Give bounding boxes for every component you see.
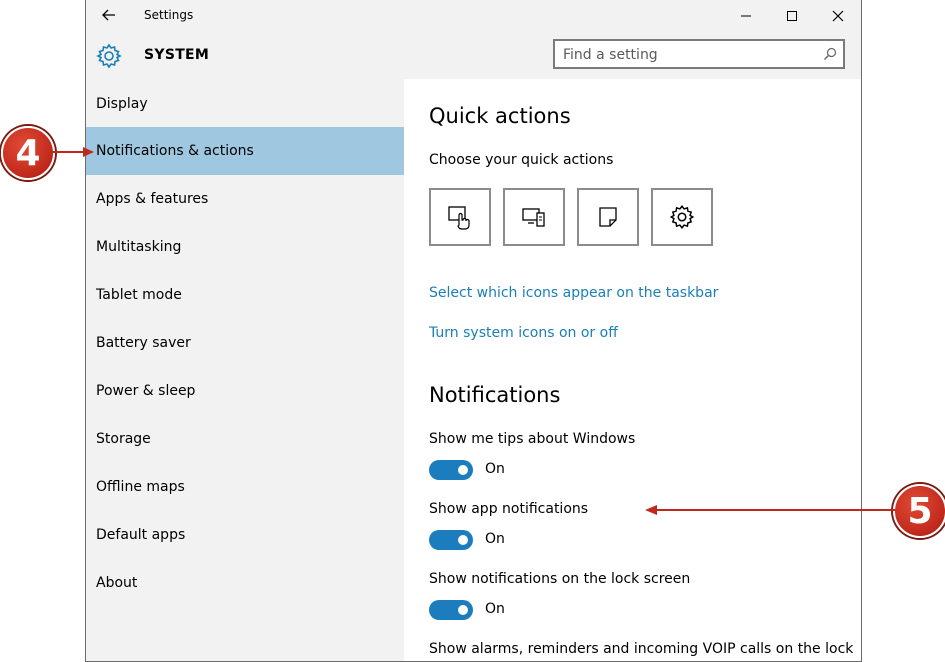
toggle-state: On bbox=[485, 531, 505, 547]
sidebar-item-default-apps[interactable]: Default apps bbox=[86, 511, 404, 559]
back-button[interactable] bbox=[99, 5, 119, 25]
minimize-button[interactable] bbox=[723, 0, 769, 31]
close-icon bbox=[832, 10, 844, 21]
toggle-knob bbox=[458, 605, 468, 615]
gear-icon bbox=[96, 43, 122, 69]
sidebar-item-label: Offline maps bbox=[96, 479, 185, 495]
search-box[interactable] bbox=[553, 39, 845, 69]
sidebar-item-battery-saver[interactable]: Battery saver bbox=[86, 319, 404, 367]
quick-action-tile-note[interactable] bbox=[577, 188, 639, 246]
sidebar-item-multitasking[interactable]: Multitasking bbox=[86, 223, 404, 271]
app-notifications-toggle[interactable] bbox=[429, 530, 473, 550]
setting-label: Show notifications on the lock screen bbox=[429, 571, 691, 587]
page-title: SYSTEM bbox=[144, 47, 210, 63]
sidebar-item-storage[interactable]: Storage bbox=[86, 415, 404, 463]
sidebar-item-label: Notifications & actions bbox=[96, 143, 254, 159]
maximize-button[interactable] bbox=[769, 0, 815, 31]
sidebar-item-offline-maps[interactable]: Offline maps bbox=[86, 463, 404, 511]
sidebar-item-power-sleep[interactable]: Power & sleep bbox=[86, 367, 404, 415]
main-content: Quick actions Choose your quick actions bbox=[404, 79, 861, 661]
note-icon bbox=[599, 207, 617, 227]
toggle-knob bbox=[458, 465, 468, 475]
callout-step-5: 5 bbox=[893, 484, 945, 538]
notifications-heading: Notifications bbox=[429, 383, 561, 407]
setting-label: Show alarms, reminders and incoming VOIP… bbox=[429, 641, 854, 657]
system-icons-link[interactable]: Turn system icons on or off bbox=[429, 325, 618, 341]
close-button[interactable] bbox=[815, 0, 861, 31]
toggle-knob bbox=[458, 535, 468, 545]
lock-screen-notifications-toggle[interactable] bbox=[429, 600, 473, 620]
sidebar-item-label: Power & sleep bbox=[96, 383, 196, 399]
sidebar-item-apps-features[interactable]: Apps & features bbox=[86, 175, 404, 223]
tablet-mode-icon bbox=[448, 206, 470, 230]
sidebar-item-notifications-actions[interactable]: Notifications & actions bbox=[86, 127, 404, 175]
settings-header: SYSTEM bbox=[86, 31, 861, 79]
sidebar-item-label: Tablet mode bbox=[96, 287, 182, 303]
maximize-icon bbox=[787, 10, 797, 21]
callout-step-4: 4 bbox=[1, 126, 55, 180]
quick-action-tile-connect[interactable] bbox=[503, 188, 565, 246]
title-bar: Settings bbox=[86, 0, 861, 31]
search-icon[interactable] bbox=[823, 47, 837, 61]
quick-actions-heading: Quick actions bbox=[429, 104, 571, 128]
taskbar-icons-link[interactable]: Select which icons appear on the taskbar bbox=[429, 285, 718, 301]
sidebar-item-about[interactable]: About bbox=[86, 559, 404, 607]
sidebar-item-label: About bbox=[96, 575, 138, 591]
sidebar-item-label: Display bbox=[96, 96, 148, 112]
window-title: Settings bbox=[144, 8, 194, 22]
sidebar-item-tablet-mode[interactable]: Tablet mode bbox=[86, 271, 404, 319]
toggle-state: On bbox=[485, 601, 505, 617]
search-input[interactable] bbox=[563, 45, 803, 65]
sidebar-item-display[interactable]: Display bbox=[86, 80, 404, 128]
connect-icon bbox=[522, 208, 545, 227]
sidebar-item-label: Battery saver bbox=[96, 335, 191, 351]
quick-action-tile-tablet-mode[interactable] bbox=[429, 188, 491, 246]
settings-window: Settings SYSTEM Display Notifica bbox=[85, 0, 862, 662]
quick-actions-subheading: Choose your quick actions bbox=[429, 152, 614, 168]
callout-number: 5 bbox=[907, 490, 933, 532]
back-arrow-icon bbox=[102, 9, 115, 21]
callout-number: 4 bbox=[15, 132, 41, 174]
all-settings-icon bbox=[669, 205, 695, 229]
setting-label: Show me tips about Windows bbox=[429, 431, 636, 447]
callout-arrow-4 bbox=[50, 147, 94, 157]
quick-action-tile-all-settings[interactable] bbox=[651, 188, 713, 246]
toggle-state: On bbox=[485, 461, 505, 477]
callout-arrow-5 bbox=[645, 505, 895, 515]
sidebar-item-label: Apps & features bbox=[96, 191, 209, 207]
sidebar-item-label: Multitasking bbox=[96, 239, 182, 255]
tips-toggle[interactable] bbox=[429, 460, 473, 480]
sidebar-item-label: Storage bbox=[96, 431, 151, 447]
setting-label: Show app notifications bbox=[429, 501, 589, 517]
sidebar-item-label: Default apps bbox=[96, 527, 186, 543]
sidebar: Display Notifications & actions Apps & f… bbox=[86, 79, 404, 661]
minimize-icon bbox=[741, 15, 751, 16]
